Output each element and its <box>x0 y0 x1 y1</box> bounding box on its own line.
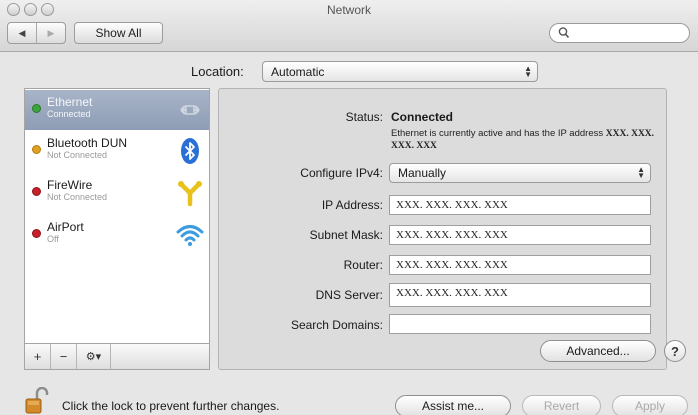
configure-ipv4-popup[interactable]: Manually ▲ ▼ <box>389 163 651 183</box>
show-all-button[interactable]: Show All <box>74 22 163 44</box>
subnet-mask-label: Subnet Mask: <box>309 228 383 242</box>
subnet-mask-field[interactable]: XXX. XXX. XXX. XXX <box>389 225 651 245</box>
window-titlebar: Network ◀ ▶ Show All <box>0 0 698 52</box>
lock-message: Click the lock to prevent further change… <box>62 399 280 413</box>
configure-ipv4-value: Manually <box>398 166 447 180</box>
remove-service-button[interactable]: − <box>51 344 77 369</box>
nav-segment: ◀ ▶ <box>7 22 66 44</box>
dns-server-field[interactable]: XXX. XXX. XXX. XXX <box>389 283 651 307</box>
service-item-firewire[interactable]: FireWire Not Connected <box>25 173 209 213</box>
configure-ipv4-label: Configure IPv4: <box>300 166 383 180</box>
location-popup[interactable]: Automatic ▲ ▼ <box>262 61 538 82</box>
back-arrow-icon[interactable]: ◀ <box>8 23 37 43</box>
status-description: Ethernet is currently active and has the… <box>391 128 655 151</box>
status-dot <box>32 104 41 113</box>
service-status: Connected <box>47 109 91 119</box>
help-button[interactable]: ? <box>664 340 686 362</box>
window-title: Network <box>326 3 371 17</box>
apply-button[interactable]: Apply <box>612 395 688 415</box>
service-item-airport[interactable]: AirPort Off <box>25 215 209 255</box>
search-field[interactable] <box>549 23 690 43</box>
add-service-button[interactable]: + <box>25 344 51 369</box>
popup-arrows-icon: ▲ ▼ <box>637 165 645 180</box>
bluetooth-icon <box>181 138 199 164</box>
search-input[interactable] <box>574 25 684 41</box>
assist-me-button[interactable]: Assist me... <box>395 395 511 415</box>
lock-icon[interactable] <box>23 387 51 415</box>
ip-address-label: IP Address: <box>321 198 383 212</box>
service-status: Off <box>47 234 59 244</box>
service-item-ethernet[interactable]: Ethernet Connected <box>25 90 209 130</box>
service-status: Not Connected <box>47 150 108 160</box>
ethernet-icon <box>180 105 200 115</box>
search-domains-label: Search Domains: <box>290 318 383 332</box>
service-list: Ethernet Connected Bluetooth DUN Not Con… <box>24 88 210 344</box>
status-value: Connected <box>391 110 454 124</box>
revert-button[interactable]: Revert <box>522 395 601 415</box>
location-value: Automatic <box>271 64 325 79</box>
service-list-controls: + − ⚙▾ <box>24 344 210 370</box>
search-icon <box>558 27 570 39</box>
forward-arrow-icon[interactable]: ▶ <box>37 23 65 43</box>
service-status: Not Connected <box>47 192 108 202</box>
router-label: Router: <box>343 258 383 272</box>
service-name: FireWire <box>47 178 93 192</box>
service-name: AirPort <box>47 220 84 234</box>
gear-menu-button[interactable]: ⚙▾ <box>77 344 111 369</box>
router-field[interactable]: XXX. XXX. XXX. XXX <box>389 255 651 275</box>
search-domains-field[interactable] <box>389 314 651 334</box>
service-name: Ethernet <box>47 95 93 109</box>
dns-server-label: DNS Server: <box>315 288 383 302</box>
wifi-icon <box>176 225 204 246</box>
service-name: Bluetooth DUN <box>47 136 128 150</box>
status-label: Status: <box>345 110 383 124</box>
service-item-bluetooth-dun[interactable]: Bluetooth DUN Not Connected <box>25 131 209 171</box>
ip-address-field[interactable]: XXX. XXX. XXX. XXX <box>389 195 651 215</box>
firewire-icon <box>178 181 202 207</box>
advanced-button[interactable]: Advanced... <box>540 340 656 362</box>
popup-arrows-icon: ▲ ▼ <box>524 63 532 79</box>
location-label: Location: <box>191 64 244 79</box>
